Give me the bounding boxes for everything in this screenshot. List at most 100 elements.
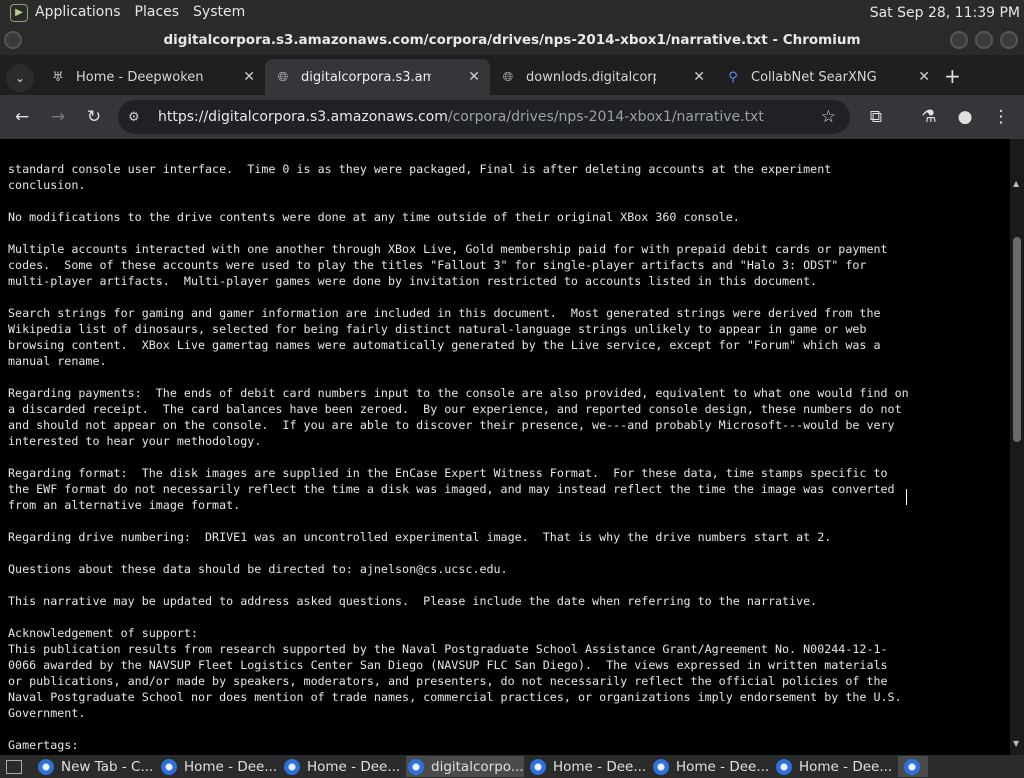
tab-search-chevron-down-icon[interactable]: ⌄	[6, 64, 34, 92]
globe-icon: 🌐︎	[502, 69, 514, 85]
globe-icon: 🌐︎	[277, 69, 289, 85]
top-panel: ▶ Applications Places System Sat Sep 28,…	[0, 0, 1024, 25]
taskbar-item[interactable]: Home - Dee...	[530, 756, 648, 777]
close-tab-icon[interactable]: ✕	[693, 69, 705, 85]
text-line: from an alternative image format.	[8, 498, 241, 512]
tab-title: CollabNet SearXNG	[751, 69, 877, 85]
tab-title: Home - Deepwoken Builde	[76, 69, 206, 85]
text-line: 0066 awarded by the NAVSUP Fleet Logisti…	[8, 658, 888, 672]
applications-menu[interactable]: Applications	[28, 0, 128, 25]
chromium-icon	[38, 758, 54, 775]
text-line	[8, 369, 1008, 385]
text-line: Multiple accounts interacted with one an…	[8, 242, 888, 256]
profile-avatar-icon[interactable]: ●	[955, 107, 975, 127]
text-line: Regarding drive numbering: DRIVE1 was an…	[8, 530, 832, 544]
text-line: This narrative may be updated to address…	[8, 594, 818, 608]
show-desktop-icon[interactable]	[2, 756, 26, 777]
text-line: browsing content. XBox Live gamertag nam…	[8, 338, 881, 352]
text-line: No modifications to the drive contents w…	[8, 210, 740, 224]
tab-deepwoken[interactable]: ♅ Home - Deepwoken Builde ✕	[40, 59, 265, 95]
places-menu[interactable]: Places	[128, 0, 187, 25]
url-text[interactable]: https://digitalcorpora.s3.amazonaws.com/…	[158, 109, 764, 125]
applications-logo-icon[interactable]: ▶	[10, 3, 28, 22]
scroll-down-icon[interactable]: ▼	[1013, 739, 1019, 748]
taskbar-item[interactable]: Home - Dee...	[653, 756, 771, 777]
taskbar-item-label: Home - Dee...	[307, 758, 401, 775]
text-line: Government.	[8, 706, 86, 720]
site-info-icon[interactable]: ⚙	[128, 110, 148, 125]
taskbar-item-label: New Tab - C...	[61, 758, 154, 775]
tab-downlods[interactable]: 🌐︎ downlods.digitalcorpora.o ✕	[490, 59, 715, 95]
text-line	[8, 609, 1008, 625]
text-line: a discarded receipt. The card balances h…	[8, 402, 902, 416]
taskbar-item[interactable]: New Tab - C...	[38, 756, 156, 777]
address-bar[interactable]: ⚙ https://digitalcorpora.s3.amazonaws.co…	[118, 100, 850, 134]
chromium-icon	[408, 758, 424, 775]
maximize-button[interactable]	[975, 31, 993, 49]
panel-clock[interactable]: Sat Sep 28, 11:39 PM	[870, 5, 1024, 21]
close-tab-icon[interactable]: ✕	[918, 69, 930, 85]
taskbar-item-label: Home - Dee...	[676, 758, 770, 775]
text-line	[8, 513, 1008, 529]
window-menu-button[interactable]	[4, 31, 22, 49]
close-tab-icon[interactable]: ✕	[243, 69, 255, 85]
text-line: multi-player artifacts. Multi-player gam…	[8, 274, 818, 288]
text-line	[8, 721, 1008, 737]
taskbar-item[interactable]: Home - Dee...	[161, 756, 279, 777]
taskbar-item-active[interactable]: digitalcorpo...	[406, 756, 524, 777]
taskbar-item[interactable]: Home - Dee...	[284, 756, 402, 777]
chromium-icon	[530, 758, 546, 775]
text-line	[8, 225, 1008, 241]
text-line: This publication results from research s…	[8, 642, 888, 656]
narrative-text: standard console user interface. Time 0 …	[8, 161, 1008, 753]
reload-icon[interactable]: ↻	[84, 107, 104, 127]
taskbar-item[interactable]: Home - Dee...	[776, 756, 894, 777]
window-titlebar[interactable]: digitalcorpora.s3.amazonaws.com/corpora/…	[0, 25, 1024, 55]
search-icon: ⚲	[728, 69, 738, 85]
taskbar: New Tab - C... Home - Dee... Home - Dee.…	[0, 755, 1024, 778]
text-line: conclusion.	[8, 178, 86, 192]
chromium-icon	[284, 758, 300, 775]
kebab-menu-icon[interactable]: ⋮	[991, 107, 1011, 127]
taskbar-item-label: Home - Dee...	[553, 758, 647, 775]
url-path: /corpora/drives/nps-2014-xbox1/narrative…	[447, 109, 764, 125]
text-line	[8, 193, 1008, 209]
page-content[interactable]: standard console user interface. Time 0 …	[0, 139, 1024, 755]
taskbar-chromium-launcher[interactable]	[898, 756, 928, 777]
panel-menus: Applications Places System	[28, 0, 252, 25]
text-line: codes. Some of these accounts were used …	[8, 258, 867, 272]
system-menu[interactable]: System	[186, 0, 252, 25]
text-line: Naval Postgraduate School nor does menti…	[8, 690, 902, 704]
extensions-puzzle-icon[interactable]: ⧉	[866, 107, 886, 127]
deepwoken-icon: ♅	[52, 69, 64, 85]
chromium-icon	[653, 758, 669, 775]
scrollbar-thumb[interactable]	[1013, 237, 1021, 442]
browser-toolbar: ← → ↻ ⚙ https://digitalcorpora.s3.amazon…	[0, 95, 1024, 139]
chromium-icon	[904, 758, 920, 775]
taskbar-item-label: Home - Dee...	[799, 758, 893, 775]
minimize-button[interactable]	[950, 31, 968, 49]
close-window-button[interactable]	[1000, 31, 1018, 49]
forward-arrow-icon[interactable]: →	[48, 107, 68, 127]
text-line: standard console user interface. Time 0 …	[8, 162, 832, 176]
text-line: Regarding format: The disk images are su…	[8, 466, 888, 480]
chromium-icon	[161, 758, 177, 775]
tab-searxng[interactable]: ⚲ CollabNet SearXNG ✕	[715, 59, 940, 95]
back-arrow-icon[interactable]: ←	[12, 107, 32, 127]
new-tab-plus-icon[interactable]: +	[944, 66, 961, 86]
text-line	[8, 577, 1008, 593]
scroll-up-icon[interactable]: ▲	[1013, 179, 1019, 188]
page-scrollbar[interactable]: ▲ ▼	[1010, 139, 1024, 755]
tab-title: digitalcorpora.s3.amazona	[301, 69, 431, 85]
tab-strip: ⌄ ♅ Home - Deepwoken Builde ✕ 🌐︎ digital…	[0, 55, 1024, 95]
text-line: interested to hear your methodology.	[8, 434, 262, 448]
bookmark-star-icon[interactable]: ☆	[821, 107, 836, 127]
taskbar-item-label: digitalcorpo...	[431, 758, 524, 775]
tab-digitalcorpora[interactable]: 🌐︎ digitalcorpora.s3.amazona ✕	[265, 59, 490, 95]
taskbar-item-label: Home - Dee...	[184, 758, 278, 775]
chromium-icon	[776, 758, 792, 775]
close-tab-icon[interactable]: ✕	[468, 69, 480, 85]
labs-flask-icon[interactable]: ⚗	[919, 107, 939, 127]
text-cursor-icon	[906, 489, 912, 505]
text-line	[8, 545, 1008, 561]
